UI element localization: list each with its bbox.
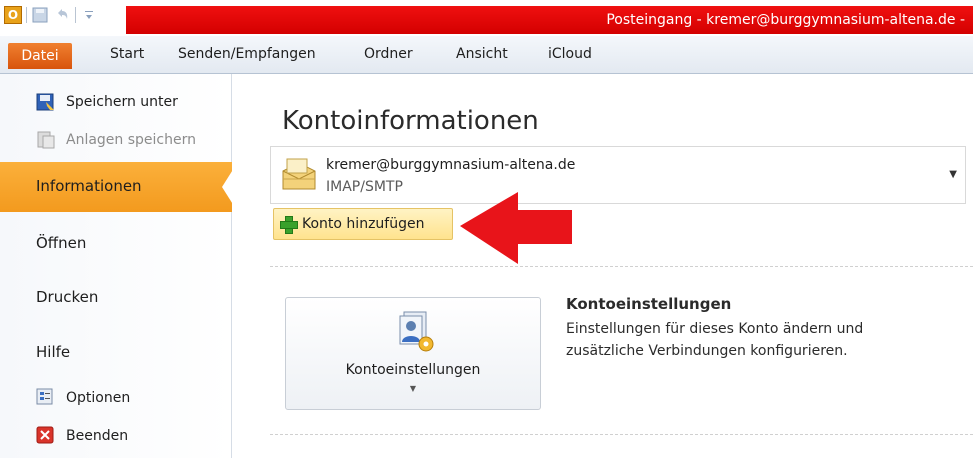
tab-icloud[interactable]: iCloud	[548, 46, 592, 62]
window-title: Posteingang - kremer@burggymnasium-alten…	[606, 12, 965, 28]
save-attachments-command: Anlagen speichern	[36, 130, 196, 150]
quick-access-toolbar: O	[4, 6, 98, 24]
backstage-nav: Speichern unter Anlagen speichern Inform…	[0, 74, 232, 458]
tab-ordner[interactable]: Ordner	[364, 46, 413, 62]
section-divider	[270, 434, 973, 435]
ribbon-tabs: Datei Start Senden/Empfangen Ordner Ansi…	[0, 36, 973, 74]
mailbox-icon	[279, 157, 319, 193]
annotation-arrow-icon	[460, 192, 572, 264]
tab-start[interactable]: Start	[110, 46, 144, 62]
add-account-button[interactable]: Konto hinzufügen	[273, 208, 453, 240]
selected-nav-notch	[222, 168, 234, 206]
nav-item-drucken[interactable]: Drucken	[36, 288, 98, 306]
save-icon[interactable]	[31, 6, 49, 24]
title-bar: O Posteingang - kremer@burggymnasium-alt…	[0, 0, 973, 36]
chevron-down-icon: ▼	[409, 384, 417, 393]
toolbar-separator	[26, 7, 27, 23]
window-title-band: Posteingang - kremer@burggymnasium-alten…	[126, 6, 973, 34]
account-settings-label: Kontoeinstellungen	[345, 362, 481, 378]
plus-icon	[280, 216, 298, 234]
nav-item-oeffnen[interactable]: Öffnen	[36, 234, 86, 252]
settings-description-line-2: zusätzliche Verbindungen konfigurieren.	[566, 343, 848, 359]
save-as-icon	[36, 92, 56, 112]
exit-command[interactable]: Beenden	[36, 426, 128, 446]
nav-item-label: Informationen	[36, 177, 142, 195]
options-label: Optionen	[66, 390, 131, 406]
settings-heading: Kontoeinstellungen	[566, 295, 732, 313]
exit-icon	[36, 426, 56, 446]
nav-item-informationen[interactable]: Informationen	[0, 162, 232, 212]
account-settings-icon	[390, 310, 438, 354]
exit-label: Beenden	[66, 428, 129, 444]
settings-description-line-1: Einstellungen für dieses Konto ändern un…	[566, 321, 864, 337]
tab-ansicht[interactable]: Ansicht	[456, 46, 508, 62]
toolbar-separator	[75, 7, 76, 23]
tab-senden-empfangen[interactable]: Senden/Empfangen	[178, 46, 316, 62]
chevron-down-icon[interactable]: ▼	[949, 169, 957, 180]
tab-datei[interactable]: Datei	[8, 43, 72, 69]
save-attachments-icon	[36, 130, 56, 150]
save-as-label: Speichern unter	[66, 94, 178, 110]
save-attachments-label: Anlagen speichern	[66, 132, 196, 148]
customize-toolbar-icon[interactable]	[80, 6, 98, 24]
nav-item-hilfe[interactable]: Hilfe	[36, 343, 70, 361]
save-as-command[interactable]: Speichern unter	[36, 92, 178, 112]
options-icon	[36, 388, 56, 408]
account-type: IMAP/SMTP	[326, 179, 403, 195]
account-selector[interactable]: kremer@burggymnasium-altena.de IMAP/SMTP…	[270, 146, 966, 204]
account-settings-button[interactable]: Kontoeinstellungen ▼	[285, 297, 541, 410]
section-divider	[270, 266, 973, 267]
add-account-label: Konto hinzufügen	[302, 216, 425, 232]
undo-icon[interactable]	[53, 6, 71, 24]
options-command[interactable]: Optionen	[36, 388, 130, 408]
account-email: kremer@burggymnasium-altena.de	[326, 157, 576, 173]
page-title: Kontoinformationen	[282, 106, 539, 136]
outlook-app-icon[interactable]: O	[4, 6, 22, 24]
